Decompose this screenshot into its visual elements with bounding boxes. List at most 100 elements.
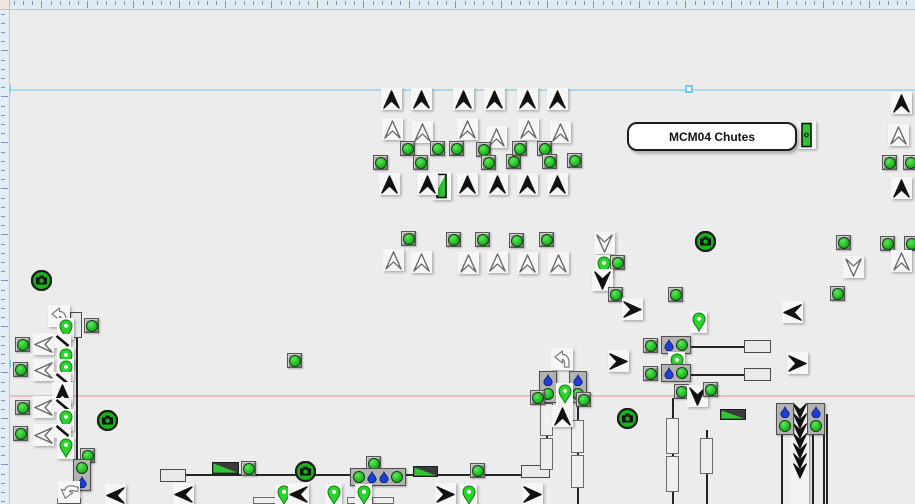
status-indicator[interactable] xyxy=(703,382,718,397)
black-chevron-right-icon[interactable] xyxy=(435,483,456,504)
ruler-horizontal[interactable] xyxy=(0,0,915,10)
gate-indicator[interactable] xyxy=(797,121,816,149)
status-indicator[interactable] xyxy=(610,255,625,270)
ruler-vertical[interactable] xyxy=(0,9,10,504)
status-indicator[interactable] xyxy=(475,232,490,247)
conveyor-segment[interactable] xyxy=(700,438,713,474)
status-indicator[interactable] xyxy=(401,231,416,246)
status-indicator[interactable] xyxy=(542,154,557,169)
guide-line-red[interactable] xyxy=(0,395,915,397)
status-indicator[interactable] xyxy=(830,286,845,301)
black-chevron-right-icon[interactable] xyxy=(608,350,629,372)
status-indicator[interactable] xyxy=(903,155,915,170)
status-indicator[interactable] xyxy=(84,318,99,333)
camera-indicator-icon[interactable] xyxy=(31,270,52,296)
location-pin-icon[interactable] xyxy=(325,484,342,504)
camera-indicator-icon[interactable] xyxy=(695,231,716,257)
black-chevron-left-icon[interactable] xyxy=(288,483,309,504)
diverter-mark[interactable] xyxy=(54,424,71,438)
status-indicator[interactable] xyxy=(400,141,415,156)
location-pin-icon[interactable] xyxy=(556,383,573,405)
white-chevron-down-icon[interactable] xyxy=(843,256,864,278)
black-chevron-up-icon[interactable] xyxy=(453,88,474,110)
status-indicator[interactable] xyxy=(241,461,256,476)
status-indicator[interactable] xyxy=(608,287,623,302)
white-chevron-up-icon[interactable] xyxy=(487,251,508,273)
white-chevron-up-icon[interactable] xyxy=(548,252,569,274)
status-indicator[interactable] xyxy=(15,337,30,352)
status-indicator[interactable] xyxy=(904,236,915,251)
white-chevron-up-icon[interactable] xyxy=(888,124,909,146)
conveyor-end-cap[interactable] xyxy=(744,368,771,381)
status-indicator[interactable] xyxy=(882,155,897,170)
ramp-indicator[interactable] xyxy=(720,407,746,418)
camera-indicator-icon[interactable] xyxy=(97,410,118,436)
white-chevron-left-icon[interactable] xyxy=(33,396,54,418)
status-indicator[interactable] xyxy=(13,426,28,441)
status-indicator[interactable] xyxy=(512,141,527,156)
location-pin-icon[interactable] xyxy=(460,484,477,504)
status-indicator[interactable] xyxy=(530,390,545,405)
status-indicator[interactable] xyxy=(567,153,582,168)
black-chevron-up-icon[interactable] xyxy=(547,173,568,195)
ramp-indicator[interactable] xyxy=(212,461,239,473)
diverter-mark[interactable] xyxy=(54,334,71,348)
black-chevron-up-icon[interactable] xyxy=(487,173,508,195)
conveyor-segment[interactable] xyxy=(372,497,394,504)
status-indicator[interactable] xyxy=(449,141,464,156)
status-indicator[interactable] xyxy=(576,392,591,407)
camera-indicator-icon[interactable] xyxy=(617,408,638,434)
black-chevron-up-icon[interactable] xyxy=(457,173,478,195)
black-chevron-up-icon[interactable] xyxy=(484,88,505,110)
location-pin-icon[interactable] xyxy=(690,311,707,333)
white-chevron-up-icon[interactable] xyxy=(550,121,571,143)
black-chevron-up-icon[interactable] xyxy=(552,405,573,427)
white-chevron-left-icon[interactable] xyxy=(33,359,54,381)
white-chevron-left-icon[interactable] xyxy=(33,424,54,446)
white-chevron-up-icon[interactable] xyxy=(891,250,912,272)
status-indicator[interactable] xyxy=(413,155,428,170)
white-chevron-up-icon[interactable] xyxy=(383,249,404,271)
status-indicator[interactable] xyxy=(430,141,445,156)
status-indicator[interactable] xyxy=(509,233,524,248)
white-chevron-up-icon[interactable] xyxy=(382,118,403,140)
conveyor-segment[interactable] xyxy=(571,455,584,488)
black-chevron-left-icon[interactable] xyxy=(782,301,803,323)
black-chevron-right-icon[interactable] xyxy=(622,298,643,320)
ramp-indicator[interactable] xyxy=(413,464,438,475)
black-chevron-up-icon[interactable] xyxy=(517,173,538,195)
black-chevron-up-icon[interactable] xyxy=(417,173,438,195)
status-indicator[interactable] xyxy=(643,338,658,353)
black-chevron-up-icon[interactable] xyxy=(381,88,402,110)
white-chevron-up-icon[interactable] xyxy=(412,121,433,143)
black-chevron-up-icon[interactable] xyxy=(891,92,912,114)
location-pin-icon[interactable] xyxy=(57,437,74,459)
equipment-label[interactable]: MCM04 Chutes xyxy=(627,122,797,151)
status-indicator[interactable] xyxy=(880,236,895,251)
black-chevron-left-icon[interactable] xyxy=(173,483,194,504)
status-indicator[interactable] xyxy=(470,463,485,478)
status-indicator[interactable] xyxy=(15,400,30,415)
white-chevron-up-icon[interactable] xyxy=(517,252,538,274)
status-indicator[interactable] xyxy=(481,155,496,170)
white-chevron-up-icon[interactable] xyxy=(518,118,539,140)
status-indicator[interactable] xyxy=(287,353,302,368)
black-chevron-right-icon[interactable] xyxy=(522,483,543,504)
turn-arrow-icon[interactable] xyxy=(551,348,573,370)
status-indicator[interactable] xyxy=(643,366,658,381)
white-chevron-up-icon[interactable] xyxy=(411,251,432,273)
conveyor-segment[interactable] xyxy=(540,438,553,470)
indicator-box[interactable] xyxy=(776,403,794,435)
design-canvas[interactable]: MCM04 Chutes xyxy=(0,0,915,504)
conveyor-end-cap[interactable] xyxy=(744,340,771,353)
white-chevron-up-icon[interactable] xyxy=(458,252,479,274)
black-chevron-up-icon[interactable] xyxy=(891,177,912,199)
status-indicator[interactable] xyxy=(13,362,28,377)
black-chevron-up-icon[interactable] xyxy=(411,88,432,110)
turn-arrow-icon[interactable] xyxy=(58,481,80,503)
indicator-box[interactable] xyxy=(661,364,691,382)
black-chevron-left-icon[interactable] xyxy=(105,484,126,504)
black-chevron-up-icon[interactable] xyxy=(547,88,568,110)
white-chevron-left-icon[interactable] xyxy=(33,333,54,355)
black-chevron-up-icon[interactable] xyxy=(517,88,538,110)
